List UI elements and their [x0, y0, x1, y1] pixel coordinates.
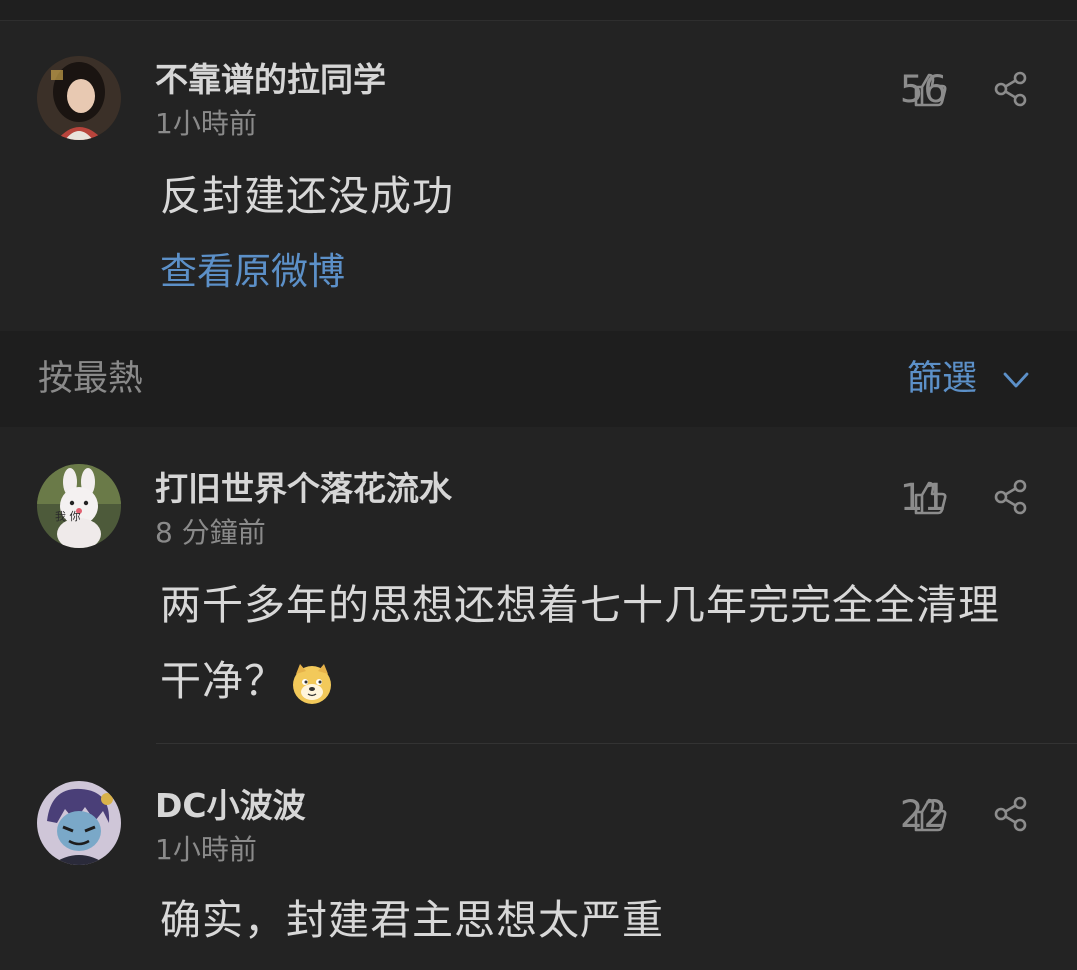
- avatar-bunny-icon[interactable]: 我 你: [37, 464, 121, 548]
- share-icon[interactable]: [993, 479, 1029, 515]
- thumbs-up-icon[interactable]: [912, 797, 948, 833]
- comment-text-content: 两千多年的思想还想着七十几年完完全全清理干净？: [160, 581, 1000, 705]
- chevron-down-icon[interactable]: [1000, 364, 1032, 396]
- thumbs-up-icon[interactable]: [912, 72, 948, 108]
- comment-text: 确实，封建君主思想太严重: [160, 896, 664, 944]
- comment-item: 不靠谱的拉同学 1小時前 56 反封建还没成功 查看原微博: [0, 0, 1077, 331]
- avatar-caption: 我 你: [55, 510, 81, 523]
- comment-item: 我 你 打旧世界个落花流水 8 分鐘前 11 两千多年的思想还想着七十几年完完全…: [0, 427, 1077, 743]
- comment-username[interactable]: 打旧世界个落花流水: [155, 469, 452, 509]
- comment-timestamp: 8 分鐘前: [155, 516, 266, 549]
- thumbs-up-icon[interactable]: [912, 480, 948, 516]
- comment-text: 反封建还没成功: [160, 172, 454, 220]
- avatar-cartoon-icon[interactable]: [37, 781, 121, 865]
- sort-hottest-label[interactable]: 按最熱: [38, 357, 143, 401]
- view-original-weibo-link[interactable]: 查看原微博: [160, 250, 345, 294]
- comment-item: DC小波波 1小時前 22 确实，封建君主思想太严重: [0, 744, 1077, 970]
- comment-username[interactable]: 不靠谱的拉同学: [155, 60, 386, 100]
- comment-username[interactable]: DC小波波: [155, 786, 306, 826]
- doge-emoji-icon: [293, 664, 331, 704]
- share-icon[interactable]: [993, 71, 1029, 107]
- filter-button[interactable]: 篩選: [907, 357, 977, 401]
- avatar-woman-icon[interactable]: [37, 56, 121, 140]
- comment-timestamp: 1小時前: [155, 833, 257, 866]
- comment-timestamp: 1小時前: [155, 107, 257, 140]
- comment-page: 不靠谱的拉同学 1小時前 56 反封建还没成功 查看原微博 按最熱 篩選 我 你…: [0, 0, 1077, 970]
- sort-bar: 按最熱 篩選: [0, 331, 1077, 427]
- comment-text: 两千多年的思想还想着七十几年完完全全清理干净？: [160, 567, 1040, 719]
- share-icon[interactable]: [993, 796, 1029, 832]
